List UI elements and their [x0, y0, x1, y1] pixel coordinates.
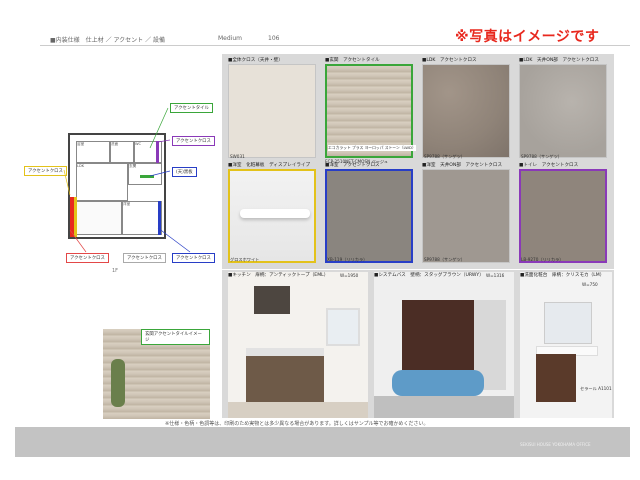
swatch-western-ceiling-cloth: ■洋室 天井ON部 アクセントクロス SP9788（サンゲツ） [422, 162, 512, 270]
swatch-ldk-ceiling-cloth-sample [519, 64, 607, 158]
swatch-ldk-ceiling-cloth: ■LDK 天井ON部 アクセントクロス SP9788（サンゲツ） [519, 57, 609, 165]
footnote: ※仕様・色柄・色調等は、印刷のため実物とは多少異なる場合があります。詳しくはサン… [165, 421, 429, 427]
kitchen-photo: ■キッチン 扉柄：アンティックトープ（EML） W=1950 [228, 272, 368, 418]
tile-image-photo: 玄関アクセントタイルイメージ [103, 329, 210, 419]
swatch-western-cloth-sample [325, 169, 413, 263]
swatch-ldk-cloth-sample [422, 64, 510, 158]
swatch-western-ceiling-cloth-sample [422, 169, 510, 263]
plant-image [111, 359, 125, 407]
swatch-toilet-cloth: ■トイレ アクセントクロス LB-9270（リリカラ） [519, 162, 609, 270]
swatch-overall-cloth-sample [228, 64, 316, 158]
swatch-western-display-rail: ■洋室 化粧幕板 ディスプレイライプ グロスホワイト [228, 162, 318, 270]
vanity-photo: ■洗面化粧台 扉柄：クリスモカ（LM） W=750 セラール A1101 [520, 272, 612, 418]
swatch-ldk-cloth: ■LDK アクセントクロス SP9788（サンゲツ） [422, 57, 512, 165]
footer-company: SEKISUI HOUSE YOKOHAMA OFFICE [520, 442, 591, 447]
swatch-entrance-tile-sample [325, 64, 413, 158]
swatch-toilet-cloth-sample [519, 169, 607, 263]
swatch-western-cloth: ■洋室 アクセントクロス XB-119（リリカラ） [325, 162, 415, 270]
tile-image-label: 玄関アクセントタイルイメージ [141, 329, 210, 345]
swatch-overall-cloth: ■全体クロス（天井・壁） SW031 [228, 57, 318, 165]
swatch-western-display-rail-sample [228, 169, 316, 263]
system-bath-photo: ■システムバス 壁柄：スタッグブラウン（URWY） W=1316 [374, 272, 514, 418]
swatch-entrance-tile: ■玄関 アクセントタイル エコカラット プラス ヨーロッパ ストーン（LWD） … [325, 58, 416, 164]
